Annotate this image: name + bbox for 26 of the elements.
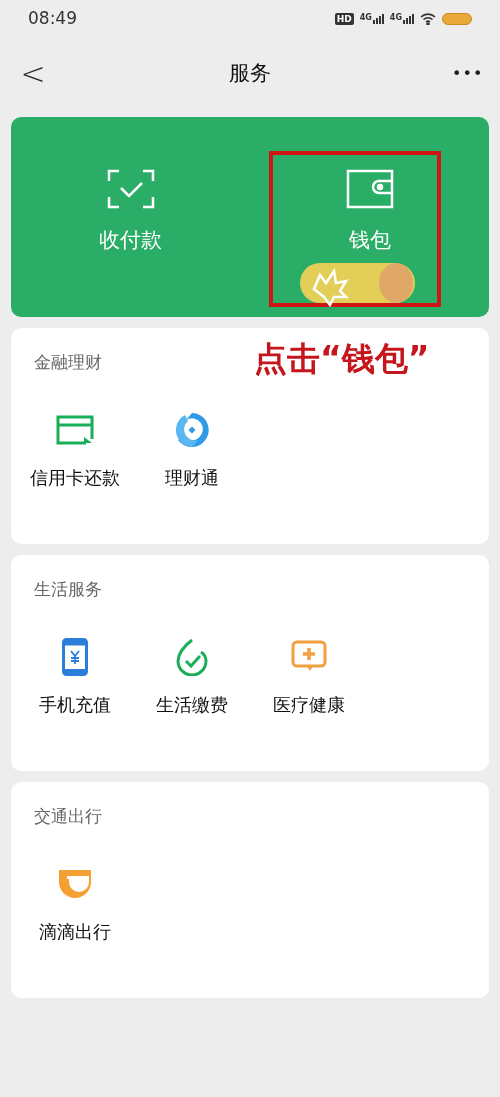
service-item[interactable]: 滴滴出行 bbox=[16, 864, 133, 945]
service-item[interactable]: 信用卡还款 bbox=[16, 410, 133, 491]
battery-icon bbox=[442, 13, 472, 25]
status-time: 08:49 bbox=[28, 7, 77, 31]
page-title: 服务 bbox=[229, 60, 271, 88]
wallet-icon bbox=[345, 169, 394, 209]
service-item[interactable]: 医疗健康 bbox=[250, 637, 367, 718]
service-item[interactable]: 手机充值 bbox=[16, 637, 133, 718]
wifi-icon bbox=[420, 13, 436, 25]
section-title: 生活服务 bbox=[34, 578, 102, 601]
section-title: 交通出行 bbox=[34, 805, 102, 828]
network-label: 4G bbox=[389, 14, 402, 22]
section-title: 金融理财 bbox=[34, 351, 102, 374]
signal-icon bbox=[403, 14, 414, 24]
credit-card-icon bbox=[55, 415, 94, 445]
more-button[interactable]: ••• bbox=[452, 62, 482, 86]
network-label: 4G bbox=[359, 14, 372, 22]
service-item[interactable]: 理财通 bbox=[133, 410, 250, 491]
signal-icon bbox=[372, 14, 384, 24]
service-item[interactable]: 生活缴费 bbox=[133, 637, 250, 718]
phone-yuan-icon bbox=[61, 638, 88, 676]
back-button[interactable]: < bbox=[18, 59, 48, 89]
scan-check-icon bbox=[106, 169, 155, 209]
hd-badge: HD bbox=[334, 13, 354, 25]
leaf-check-icon bbox=[174, 638, 209, 676]
annotation-text: 点击“钱包” bbox=[254, 338, 430, 380]
